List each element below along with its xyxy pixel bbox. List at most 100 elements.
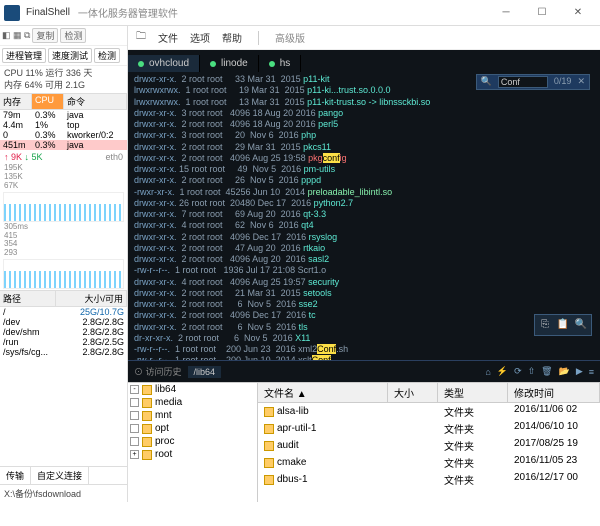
tab-hs[interactable]: hs xyxy=(259,55,302,72)
find-input[interactable] xyxy=(498,76,548,88)
ls-line: drwxr-xr-x. 2 root root 4096 Aug 20 2016… xyxy=(134,254,594,265)
file-row[interactable]: alsa-lib文件夹2016/11/06 02 xyxy=(258,403,600,420)
tree-node[interactable]: -lib64 xyxy=(128,383,257,396)
tab-process[interactable]: 进程管理 xyxy=(2,48,46,63)
col-cmd[interactable]: 命令 xyxy=(64,94,127,109)
disk-row[interactable]: /run2.8G/2.5G xyxy=(0,337,127,347)
icon-group[interactable]: ◧ ▦ ⧉ xyxy=(2,30,30,41)
tree-node[interactable]: media xyxy=(128,396,257,409)
ls-line: drwxr-xr-x. 2 root root 47 Aug 20 2016 r… xyxy=(134,243,594,254)
tree-node[interactable]: opt xyxy=(128,422,257,435)
ls-line: drwxr-xr-x. 4 root root 4096 Aug 25 19:5… xyxy=(134,277,594,288)
tab-transfer[interactable]: 传输 xyxy=(0,467,31,484)
app-subtitle: 一体化服务器管理软件 xyxy=(78,5,488,20)
file-row[interactable]: cmake文件夹2016/11/05 23 xyxy=(258,454,600,471)
copy-icon[interactable]: ⎘ xyxy=(537,317,553,333)
file-row[interactable]: apr-util-1文件夹2014/06/10 10 xyxy=(258,420,600,437)
ls-line: drwxr-xr-x. 2 root root 29 Mar 31 2015 p… xyxy=(134,142,594,153)
disk-table: 路径大小/可用 /25G/10.7G/dev2.8G/2.8G/dev/shm2… xyxy=(0,290,127,357)
terminal[interactable]: 🔍 0/19 ✕ drwxr-xr-x. 2 root root 33 Mar … xyxy=(128,72,600,360)
folder-icon xyxy=(264,441,274,451)
close-button[interactable]: ✕ xyxy=(560,2,596,24)
folder-icon xyxy=(142,450,152,460)
folder-icon xyxy=(142,385,152,395)
file-row[interactable]: dbus-1文件夹2016/12/17 00 xyxy=(258,471,600,488)
ls-line: drwxr-xr-x. 15 root root 49 Nov 5 2016 p… xyxy=(134,164,594,175)
cpu-stat: CPU 11% 运行 336 天 xyxy=(4,68,123,80)
ls-line: drwxr-xr-x. 2 root root 4096 Dec 17 2016… xyxy=(134,310,594,321)
menu-help[interactable]: 帮助 xyxy=(222,30,242,45)
proc-row[interactable]: 00.3%kworker/0:2 xyxy=(0,130,127,140)
upload-icon[interactable]: ⇧ xyxy=(528,366,536,377)
tree-node[interactable]: mnt xyxy=(128,409,257,422)
bolt-icon[interactable]: ⚡ xyxy=(497,366,508,377)
ls-line: drwxr-xr-x. 4 root root 62 Nov 6 2016 qt… xyxy=(134,220,594,231)
ls-line: drwxr-xr-x. 3 root root 4096 18 Aug 20 2… xyxy=(134,108,594,119)
col-filename[interactable]: 文件名 ▲ xyxy=(258,383,388,402)
minimize-button[interactable]: ─ xyxy=(488,2,524,24)
menu-file[interactable]: 文件 xyxy=(158,30,178,45)
ls-line: drwxr-xr-x. 2 root root 4096 Aug 25 19:5… xyxy=(134,153,594,164)
process-table: 内存 CPU 命令 79m0.3%java4.4m1%top00.3%kwork… xyxy=(0,93,127,150)
folder-icon xyxy=(264,458,274,468)
tree-node[interactable]: +root xyxy=(128,448,257,461)
menu-option[interactable]: 选项 xyxy=(190,30,210,45)
folder-icon[interactable]: 🗀 xyxy=(136,29,146,46)
titlebar: FinalShell 一体化服务器管理软件 ─ ☐ ✕ xyxy=(0,0,600,26)
folder-tree[interactable]: -lib64 media mnt opt proc+root xyxy=(128,383,258,502)
folder-icon xyxy=(142,424,152,434)
proc-row[interactable]: 79m0.3%java xyxy=(0,110,127,120)
maximize-button[interactable]: ☐ xyxy=(524,2,560,24)
left-panel: ◧ ▦ ⧉ 复制 检测 进程管理 速度测试 检测 CPU 11% 运行 336 … xyxy=(0,26,128,502)
terminal-footer: ⊙ 访问历史 /lib64 ⌂ ⚡ ⟳ ⇧ 🗑 📂 ▶ ≡ xyxy=(128,360,600,382)
refresh-icon[interactable]: ⟳ xyxy=(514,366,522,377)
paste-icon[interactable]: 📋 xyxy=(555,317,571,333)
find-close-icon[interactable]: ✕ xyxy=(577,76,585,87)
ls-line: -rw-r--r--. 1 root root 200 Jun 10 2014 … xyxy=(134,355,594,360)
ls-line: dr-xr-xr-x. 2 root root 6 Nov 5 2016 X11 xyxy=(134,333,594,344)
folder-icon xyxy=(142,437,152,447)
open-icon[interactable]: 📂 xyxy=(559,366,570,377)
proc-row[interactable]: 451m0.3%java xyxy=(0,140,127,150)
history-button[interactable]: ⊙ 访问历史 xyxy=(134,365,182,378)
search-icon[interactable]: 🔍 xyxy=(573,317,589,333)
col-size[interactable]: 大小 xyxy=(388,383,438,402)
disk-row[interactable]: /dev/shm2.8G/2.8G xyxy=(0,327,127,337)
menubar: 🗀 文件 选项 帮助 高级版 xyxy=(128,26,600,50)
home-icon[interactable]: ⌂ xyxy=(485,367,490,377)
tab-detect[interactable]: 检测 xyxy=(94,48,120,63)
disk-row[interactable]: /25G/10.7G xyxy=(0,307,127,317)
remote-path[interactable]: /lib64 xyxy=(188,366,222,378)
tree-node[interactable]: proc xyxy=(128,435,257,448)
local-path: X:\备份\fsdownload xyxy=(0,484,127,502)
file-list[interactable]: 文件名 ▲ 大小 类型 修改时间 alsa-lib文件夹2016/11/06 0… xyxy=(258,383,600,502)
col-mtime[interactable]: 修改时间 xyxy=(508,383,600,402)
menu-pro[interactable]: 高级版 xyxy=(275,30,305,45)
folder-icon xyxy=(264,407,274,417)
net-if: eth0 xyxy=(105,152,123,162)
ls-line: lrwxrwxrwx. 1 root root 13 Mar 31 2015 p… xyxy=(134,97,594,108)
tab-speed[interactable]: 速度测试 xyxy=(48,48,92,63)
trash-icon[interactable]: 🗑 xyxy=(541,366,552,377)
col-type[interactable]: 类型 xyxy=(438,383,508,402)
col-cpu[interactable]: CPU xyxy=(32,94,64,109)
disk-row[interactable]: /sys/fs/cg...2.8G/2.8G xyxy=(0,347,127,357)
folder-icon xyxy=(142,411,152,421)
ls-line: drwxr-xr-x. 7 root root 69 Aug 20 2016 q… xyxy=(134,209,594,220)
tab-ovhcloud[interactable]: ovhcloud xyxy=(128,55,200,72)
tab-linode[interactable]: linode xyxy=(200,55,259,72)
detect-button[interactable]: 检测 xyxy=(60,28,86,43)
file-row[interactable]: audit文件夹2017/08/25 19 xyxy=(258,437,600,454)
ls-line: -rwxr-xr-x. 1 root root 45256 Jun 10 201… xyxy=(134,187,594,198)
proc-row[interactable]: 4.4m1%top xyxy=(0,120,127,130)
folder-icon xyxy=(264,424,274,434)
ls-line: drwxr-xr-x. 2 root root 6 Nov 5 2016 tls xyxy=(134,322,594,333)
ls-line: -rw-r--r--. 1 root root 200 Jun 23 2016 … xyxy=(134,344,594,355)
menu-icon[interactable]: ≡ xyxy=(589,367,594,377)
col-mem[interactable]: 内存 xyxy=(0,94,32,109)
net-chart xyxy=(3,192,124,222)
disk-row[interactable]: /dev2.8G/2.8G xyxy=(0,317,127,327)
copy-button[interactable]: 复制 xyxy=(32,28,58,43)
play-icon[interactable]: ▶ xyxy=(576,366,583,377)
tab-custom[interactable]: 自定义连接 xyxy=(31,467,89,484)
